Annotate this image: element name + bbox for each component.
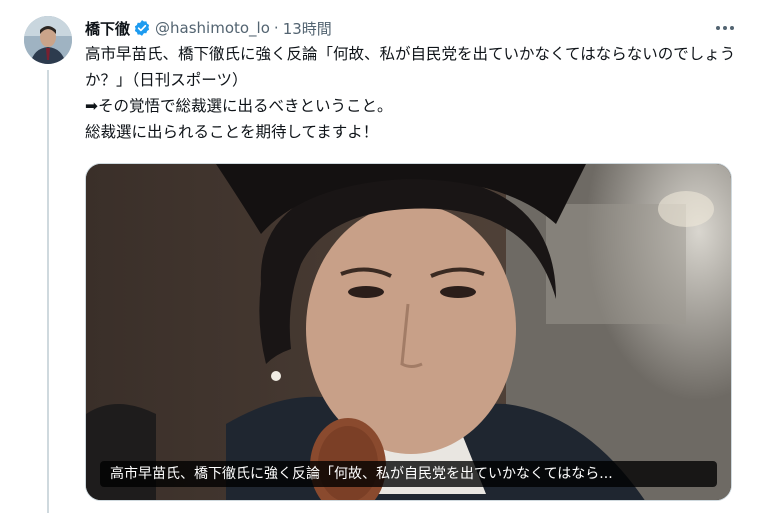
author-name[interactable]: 橋下徹 (85, 18, 130, 39)
verified-badge-icon (133, 19, 151, 37)
news-photo (86, 164, 731, 500)
tweet-text: 高市早苗氏、橋下徹氏に強く反論「何故、私が自民党を出ていかなくてはならないのでし… (85, 45, 736, 141)
thread-line (47, 70, 49, 513)
timestamp[interactable]: 13時間 (283, 18, 332, 39)
avatar[interactable] (24, 16, 72, 64)
link-card-title: 高市早苗氏、橋下徹氏に強く反論「何故、私が自民党を出ていかなくてはなら... (100, 461, 717, 487)
link-card-image[interactable]: 高市早苗氏、橋下徹氏に強く反論「何故、私が自民党を出ていかなくてはなら... (85, 163, 732, 501)
more-icon[interactable] (714, 18, 736, 38)
author-handle[interactable]: @hashimoto_lo (155, 19, 270, 37)
separator-dot: · (273, 19, 279, 37)
tweet-header: 橋下徹 @hashimoto_lo · 13時間 (85, 16, 332, 40)
